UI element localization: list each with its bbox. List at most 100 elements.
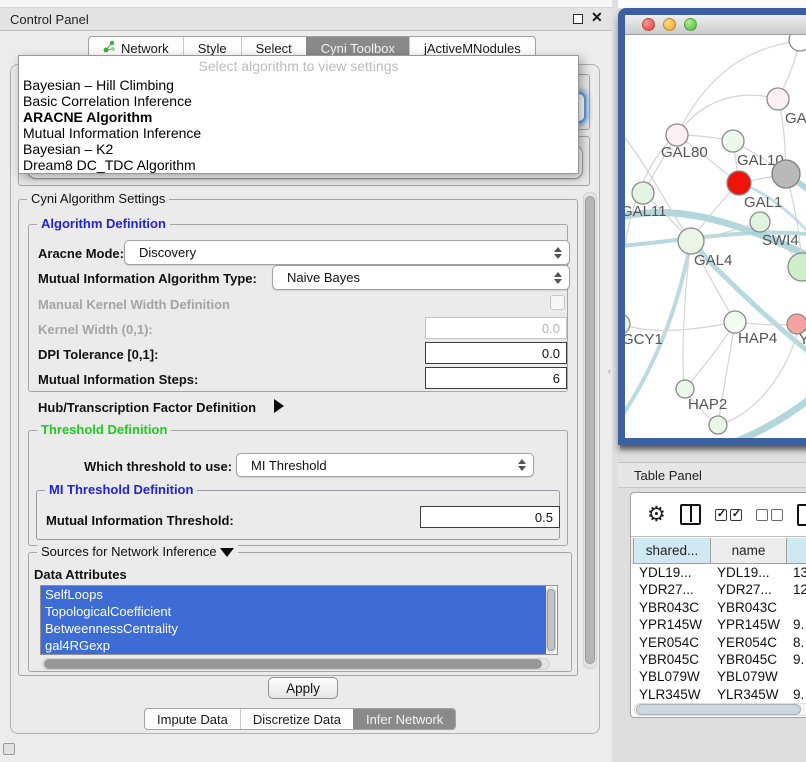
- table-row[interactable]: YBL079WYBL079W: [633, 668, 806, 685]
- select-all-checkboxes-icon[interactable]: [715, 509, 742, 521]
- table-cell: YBR043C: [711, 599, 787, 616]
- tab-label: Network: [121, 41, 169, 56]
- mi-threshold-field[interactable]: 0.5: [420, 506, 560, 528]
- close-window-icon[interactable]: [642, 18, 655, 31]
- zoom-window-icon[interactable]: [684, 18, 697, 31]
- table-cell: YLR345W: [711, 686, 787, 703]
- column-header-label: shared...: [646, 543, 699, 558]
- table-row[interactable]: YBR045CYBR045C9.: [633, 651, 806, 668]
- network-node-gal10[interactable]: [722, 130, 744, 152]
- sources-legend[interactable]: Sources for Network Inference: [37, 544, 238, 559]
- spinner-arrows-icon: [518, 459, 526, 471]
- attribute-list-item[interactable]: gal4RGexp: [41, 637, 546, 654]
- network-node[interactable]: [789, 35, 806, 51]
- column-header-A[interactable]: A: [787, 538, 806, 564]
- network-node[interactable]: [788, 253, 806, 281]
- network-node-label: GCY1: [625, 331, 663, 348]
- algorithm-dropdown-popup: Select algorithm to view settings Bayesi…: [18, 55, 579, 174]
- hub-section-label[interactable]: Hub/Transcription Factor Definition: [38, 400, 256, 415]
- tab-impute-data[interactable]: Impute Data: [145, 709, 240, 729]
- deselect-all-checkboxes-icon[interactable]: [756, 509, 783, 521]
- collapse-down-arrow-icon[interactable]: [220, 548, 234, 557]
- dpi-tolerance-field[interactable]: 0.0: [425, 342, 567, 364]
- network-node-gal4[interactable]: [678, 228, 704, 254]
- table-panel-title: Table Panel: [634, 468, 702, 483]
- tab-discretize-data[interactable]: Discretize Data: [240, 709, 353, 729]
- dropdown-items: Bayesian – Hill ClimbingBasic Correlatio…: [19, 77, 578, 173]
- top-strip: [0, 0, 612, 8]
- dock-mini-icon[interactable]: [3, 743, 15, 755]
- network-canvas[interactable]: GALGAL80GAL10GAL1GAL11SWI4GAL4GCY1HAP4YH…: [625, 35, 806, 445]
- close-panel-icon[interactable]: ✕: [591, 9, 603, 26]
- table-cell: 13: [787, 564, 806, 581]
- aracne-mode-combo[interactable]: Discovery: [124, 240, 570, 265]
- gear-icon[interactable]: ⚙: [647, 504, 666, 525]
- attribute-list-item[interactable]: TopologicalCoefficient: [41, 603, 546, 620]
- table-cell: [787, 599, 806, 616]
- apply-button-label: Apply: [286, 681, 320, 696]
- table-cell: YPR145W: [711, 616, 787, 633]
- dropdown-item[interactable]: Mutual Information Inference: [19, 125, 578, 141]
- network-node-swi4[interactable]: [750, 212, 770, 232]
- spinner-arrows-icon: [554, 272, 562, 284]
- dropdown-item[interactable]: ARACNE Algorithm: [19, 109, 578, 125]
- manual-kernel-checkbox[interactable]: [550, 295, 565, 310]
- network-window-titlebar[interactable]: [625, 15, 806, 35]
- dropdown-item[interactable]: Bayesian – Hill Climbing: [19, 77, 578, 93]
- apply-button[interactable]: Apply: [268, 677, 338, 699]
- expand-right-arrow-icon[interactable]: [274, 399, 284, 413]
- dropdown-item[interactable]: Basic Correlation Inference: [19, 93, 578, 109]
- dropdown-placeholder: Select algorithm to view settings: [19, 56, 578, 77]
- attributes-list-scrollbar-thumb[interactable]: [547, 589, 555, 651]
- table-header: shared... nameA: [631, 538, 806, 564]
- table-row[interactable]: YLR345WYLR345W9.: [633, 686, 806, 703]
- spinner-arrows-icon: [554, 247, 562, 259]
- dropdown-item[interactable]: Dream8 DC_TDC Algorithm: [19, 157, 578, 173]
- column-header-name[interactable]: name: [711, 538, 787, 564]
- tab-label: jActiveMNodules: [424, 41, 521, 56]
- table-cell: YDL19...: [633, 564, 711, 581]
- data-attributes-list[interactable]: SelfLoopsTopologicalCoefficientBetweenne…: [40, 585, 558, 655]
- mi-type-combo[interactable]: Naive Bayes: [272, 265, 570, 290]
- tab-label: Impute Data: [157, 712, 228, 727]
- which-threshold-combo[interactable]: MI Threshold: [236, 453, 534, 477]
- column-header-shared...[interactable]: shared...: [633, 538, 711, 564]
- table-horizontal-scrollbar-thumb[interactable]: [636, 704, 801, 715]
- network-node-gal1[interactable]: [727, 171, 751, 195]
- table-row[interactable]: YDL19...YDL19...13: [633, 564, 806, 581]
- attribute-list-item[interactable]: SelfLoops: [41, 586, 546, 603]
- mi-type-value: Naive Bayes: [273, 270, 360, 285]
- float-window-icon[interactable]: [573, 14, 583, 24]
- mi-type-label: Mutual Information Algorithm Type:: [38, 271, 257, 286]
- tab-label: Discretize Data: [253, 712, 341, 727]
- mi-steps-field[interactable]: 6: [425, 367, 567, 389]
- network-node-gal80[interactable]: [666, 124, 688, 146]
- table-row[interactable]: YBR043CYBR043C: [633, 599, 806, 616]
- tab-infer-network[interactable]: Infer Network: [353, 709, 455, 729]
- network-node-gal11[interactable]: [632, 182, 654, 204]
- network-node-label: Y: [799, 331, 806, 348]
- settings-vertical-scrollbar-thumb[interactable]: [585, 196, 595, 664]
- table-row[interactable]: YDR27...YDR27...12: [633, 581, 806, 598]
- kernel-width-value: 0.0: [542, 321, 560, 336]
- table-row[interactable]: YPR145WYPR145W9.: [633, 616, 806, 633]
- kernel-width-field[interactable]: 0.0: [425, 317, 567, 339]
- network-window-shadow: [620, 445, 806, 452]
- table-cell: YBR045C: [633, 651, 711, 668]
- divider-handle-icon[interactable]: ‹: [608, 366, 611, 376]
- table-cell: 9.: [787, 651, 806, 668]
- network-node-gal[interactable]: [767, 88, 789, 110]
- network-node[interactable]: [709, 416, 727, 434]
- network-node[interactable]: [772, 160, 800, 188]
- attribute-list-item[interactable]: BetweennessCentrality: [41, 620, 546, 637]
- table-cell: YBL079W: [711, 668, 787, 685]
- minimize-window-icon[interactable]: [663, 18, 676, 31]
- control-panel-titlebar: Control Panel ✕: [0, 8, 612, 31]
- settings-horizontal-scrollbar-thumb[interactable]: [44, 659, 542, 669]
- document-icon[interactable]: [797, 504, 806, 526]
- table-cell: 9.: [787, 616, 806, 633]
- tab-label: Infer Network: [366, 712, 443, 727]
- dropdown-item[interactable]: Bayesian – K2: [19, 141, 578, 157]
- table-row[interactable]: YER054CYER054C8.: [633, 634, 806, 651]
- split-columns-icon[interactable]: [680, 504, 701, 525]
